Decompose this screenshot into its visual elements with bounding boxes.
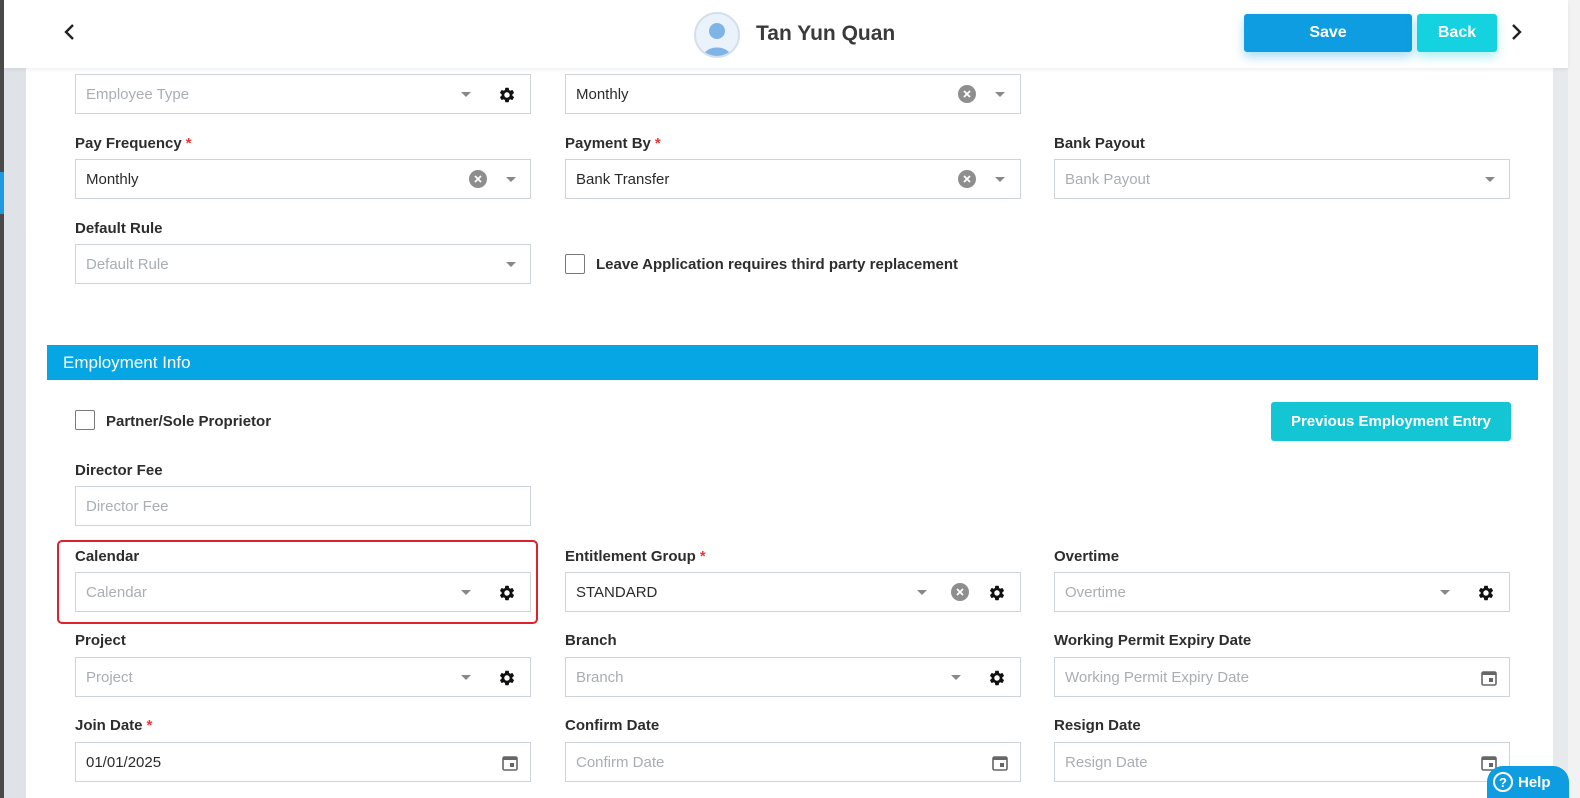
chevron-left-icon [64,24,74,40]
chevron-down-icon [917,590,927,595]
help-icon: ? [1493,772,1513,792]
working-permit-date-input[interactable]: Working Permit Expiry Date [1054,657,1510,697]
payment-by-select[interactable]: Bank Transfer [565,159,1021,199]
calendar-icon[interactable] [1480,669,1498,687]
section-title: Employment Info [63,353,191,372]
resign-date-label: Resign Date [1054,717,1141,734]
confirm-date-placeholder: Confirm Date [576,754,665,771]
page-gutter-left [4,68,26,798]
gear-icon[interactable] [988,584,1006,602]
join-date-input[interactable]: 01/01/2025 [75,742,531,782]
project-placeholder: Project [86,669,133,686]
employment-info-header: Employment Info [47,345,1538,380]
partner-label: Partner/Sole Proprietor [106,413,272,430]
working-permit-label: Working Permit Expiry Date [1054,632,1252,649]
chevron-down-icon [951,675,961,680]
calendar-label: Calendar [75,548,140,565]
entitlement-group-value: STANDARD [576,584,658,601]
chevron-down-icon [1485,177,1495,182]
calendar-placeholder: Calendar [86,584,147,601]
partner-checkbox[interactable] [75,410,95,430]
director-fee-input[interactable]: Director Fee [75,486,531,526]
chevron-right-icon [1512,24,1522,40]
chevron-down-icon [995,177,1005,182]
chevron-down-icon [1440,590,1450,595]
leave-replacement-label: Leave Application requires third party r… [596,256,959,273]
top-bar: Tan Yun Quan Save Back [4,0,1568,68]
branch-select[interactable]: Branch [565,657,1021,697]
entitlement-group-select[interactable]: STANDARD [565,572,1021,612]
clear-icon[interactable] [951,583,969,601]
confirm-date-label: Confirm Date [565,717,660,734]
chevron-down-icon [461,590,471,595]
payment-by-label: Payment By * [565,135,661,152]
save-button[interactable]: Save [1244,14,1412,52]
bank-payout-label: Bank Payout [1054,135,1145,152]
working-permit-placeholder: Working Permit Expiry Date [1065,669,1249,686]
page-gutter-right [1553,68,1568,798]
join-date-label: Join Date * [75,717,153,734]
employee-name: Tan Yun Quan [756,22,896,45]
avatar [694,12,740,58]
chevron-down-icon [995,92,1005,97]
chevron-down-icon [461,92,471,97]
bank-payout-select[interactable]: Bank Payout [1054,159,1510,199]
clear-icon[interactable] [958,170,976,188]
gear-icon[interactable] [988,669,1006,687]
scrollbar[interactable] [1568,0,1580,798]
director-fee-placeholder: Director Fee [86,498,169,515]
branch-placeholder: Branch [576,669,624,686]
project-label: Project [75,632,126,649]
chevron-down-icon [461,675,471,680]
clear-icon[interactable] [469,170,487,188]
director-fee-label: Director Fee [75,462,163,479]
pay-method-value: Monthly [576,86,629,103]
chevron-down-icon [506,177,516,182]
pay-method-select[interactable]: Monthly [565,74,1021,114]
user-silhouette-icon [703,23,731,56]
default-rule-label: Default Rule [75,220,163,237]
help-label: Help [1518,773,1551,791]
clear-icon[interactable] [958,85,976,103]
back-button[interactable]: Back [1417,14,1497,52]
join-date-value: 01/01/2025 [86,754,162,771]
default-rule-select[interactable]: Default Rule [75,244,531,284]
pay-frequency-select[interactable]: Monthly [75,159,531,199]
project-select[interactable]: Project [75,657,531,697]
calendar-icon[interactable] [991,754,1009,772]
calendar-select[interactable]: Calendar [75,572,531,612]
pay-frequency-value: Monthly [86,171,139,188]
branch-label: Branch [565,632,617,649]
overtime-select[interactable]: Overtime [1054,572,1510,612]
help-button[interactable]: ? Help [1487,766,1569,798]
overtime-label: Overtime [1054,548,1120,565]
resign-date-placeholder: Resign Date [1065,754,1148,771]
calendar-icon[interactable] [501,754,519,772]
resign-date-input[interactable]: Resign Date [1054,742,1510,782]
payment-by-value: Bank Transfer [576,171,670,188]
entitlement-group-label: Entitlement Group * [565,548,706,565]
leave-replacement-checkbox[interactable] [565,254,585,274]
default-rule-placeholder: Default Rule [86,256,169,273]
employee-type-placeholder: Employee Type [86,86,190,103]
employee-type-select[interactable]: Employee Type [75,74,531,114]
pay-frequency-label: Pay Frequency * [75,135,192,152]
previous-employment-entry-button[interactable]: Previous Employment Entry [1271,402,1511,441]
chevron-down-icon [506,262,516,267]
previous-record-button[interactable] [56,18,84,46]
overtime-placeholder: Overtime [1065,584,1126,601]
bank-payout-placeholder: Bank Payout [1065,171,1151,188]
confirm-date-input[interactable]: Confirm Date [565,742,1021,782]
gear-icon[interactable] [498,669,516,687]
gear-icon[interactable] [1477,584,1495,602]
next-record-button[interactable] [1502,18,1530,46]
gear-icon[interactable] [498,584,516,602]
gear-icon[interactable] [498,86,516,104]
